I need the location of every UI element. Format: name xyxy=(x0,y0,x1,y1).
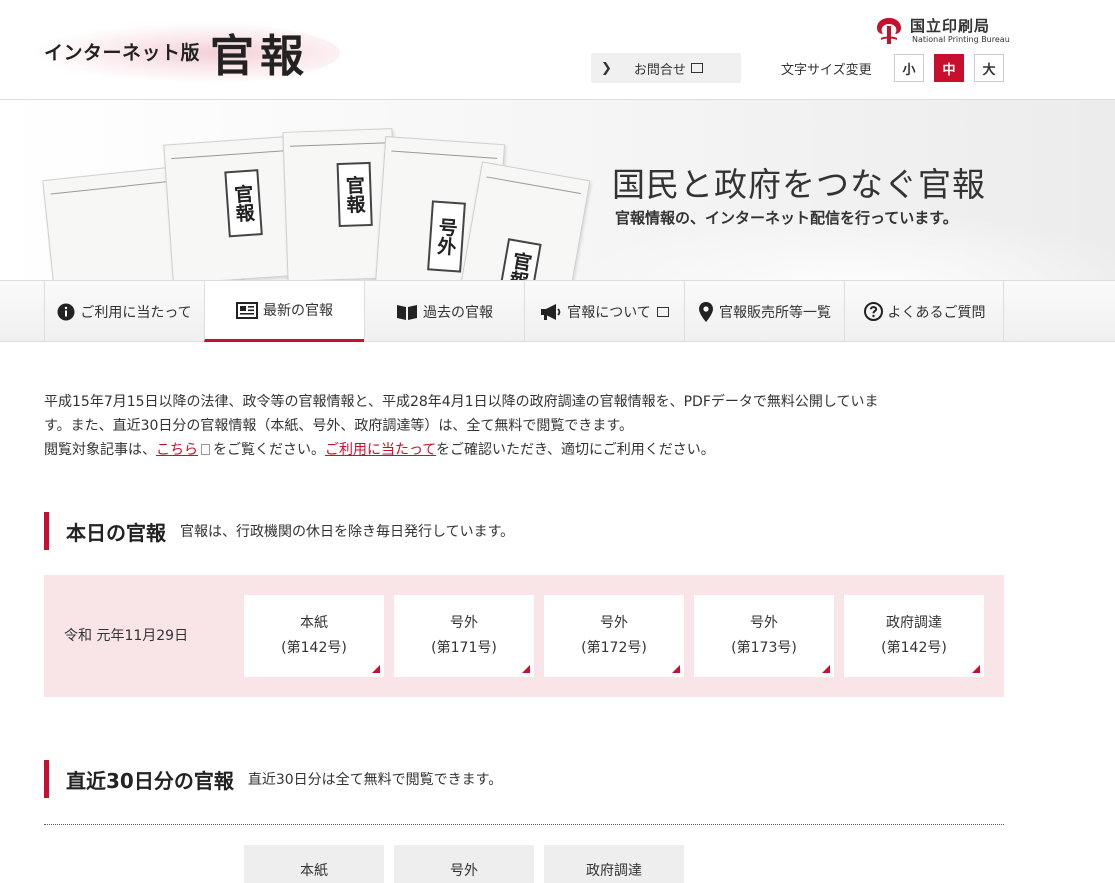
chevron-right-icon: ❯ xyxy=(601,60,612,76)
national-printing-bureau-logo[interactable]: 国立印刷局 National Printing Bureau xyxy=(872,14,1010,46)
corner-arrow-icon xyxy=(372,665,380,673)
card-number: (第171号) xyxy=(431,640,497,656)
recent-heading: 直近30日分の官報 xyxy=(66,768,234,793)
nav-item-past[interactable]: 過去の官報 xyxy=(364,281,524,342)
card-number: (第172号) xyxy=(581,640,647,656)
nav-label: 過去の官報 xyxy=(423,304,493,321)
external-window-icon xyxy=(656,306,669,317)
book-icon xyxy=(396,303,418,321)
question-icon xyxy=(863,302,883,321)
intro-text-segment: をご確認いただき、適切にご利用ください。 xyxy=(436,442,715,458)
nav-divider xyxy=(1003,281,1004,342)
today-section-heading: 本日の官報 官報は、行政機関の休日を除き毎日発行しています。 xyxy=(44,512,514,550)
bureau-name-en: National Printing Bureau xyxy=(912,35,1010,44)
font-size-medium-button[interactable]: 中 xyxy=(934,54,964,82)
hero-banner: 官報 官報 官報 号外 官報 国民と政府をつなぐ官報 官報情報の、インターネット… xyxy=(0,100,1115,280)
gazette-card-extra-171[interactable]: 号外 (第171号) xyxy=(394,595,534,677)
corner-arrow-icon xyxy=(522,665,530,673)
intro-text: 平成15年7月15日以降の法律、政令等の官報情報と、平成28年4月1日以降の政府… xyxy=(44,390,1014,462)
intro-line-3: 閲覧対象記事は、こちら をご覧ください。ご利用に当たってをご確認いただき、適切にご… xyxy=(44,438,1014,462)
document-icon xyxy=(201,444,210,455)
nav-label: 官報販売所等一覧 xyxy=(719,304,831,321)
recent-card-extra[interactable]: 号外 xyxy=(394,845,534,883)
site-header: インターネット版 官報 国立印刷局 National Printing Bure… xyxy=(0,0,1115,100)
nav-label: 最新の官報 xyxy=(263,303,333,319)
target-articles-link[interactable]: こちら xyxy=(156,442,198,458)
recent-description: 直近30日分は全て無料で閲覧できます。 xyxy=(247,772,503,788)
heading-accent-bar xyxy=(44,512,49,550)
font-size-label: 文字サイズ変更 xyxy=(781,63,872,78)
card-number: (第142号) xyxy=(281,640,347,656)
contact-label: お問合せ xyxy=(633,62,686,78)
today-heading: 本日の官報 xyxy=(66,520,166,545)
card-number: (第173号) xyxy=(731,640,797,656)
intro-text-segment: をご覧ください。 xyxy=(213,442,325,458)
nav-item-faq[interactable]: よくあるご質問 xyxy=(844,281,1004,342)
hero-subtitle: 官報情報の、インターネット配信を行っています。 xyxy=(615,209,958,227)
contact-button[interactable]: ❯ お問合せ xyxy=(591,53,741,83)
today-date: 令和 元年11月29日 xyxy=(64,628,189,644)
corner-arrow-icon xyxy=(822,665,830,673)
gazette-card-procurement[interactable]: 政府調達 (第142号) xyxy=(844,595,984,677)
card-type: 本紙 xyxy=(300,615,328,631)
card-type: 号外 xyxy=(450,863,478,879)
corner-arrow-icon xyxy=(672,665,680,673)
map-pin-icon xyxy=(698,301,714,322)
recent-card-main[interactable]: 本紙 xyxy=(244,845,384,883)
nav-item-latest[interactable]: 最新の官報 xyxy=(204,281,364,342)
card-type: 号外 xyxy=(600,615,628,631)
font-size-small-button[interactable]: 小 xyxy=(894,54,924,82)
nav-item-sellers[interactable]: 官報販売所等一覧 xyxy=(684,281,844,342)
card-type: 政府調達 xyxy=(886,615,942,631)
site-logo[interactable]: インターネット版 官報 xyxy=(30,8,350,90)
bureau-name-jp: 国立印刷局 xyxy=(910,17,991,35)
gazette-card-extra-173[interactable]: 号外 (第173号) xyxy=(694,595,834,677)
logo-title: 官報 xyxy=(210,31,310,82)
hero-title: 国民と政府をつなぐ官報 xyxy=(612,165,986,204)
usage-link[interactable]: ご利用に当たって xyxy=(325,442,436,458)
intro-line-1: 平成15年7月15日以降の法律、政令等の官報情報と、平成28年4月1日以降の政府… xyxy=(44,394,879,410)
today-gazette-panel: 令和 元年11月29日 本紙 (第142号) 号外 (第171号) 号外 (第1… xyxy=(44,575,1004,697)
recent-card-procurement[interactable]: 政府調達 xyxy=(544,845,684,883)
newspaper-icon xyxy=(236,301,258,319)
nav-label: ご利用に当たって xyxy=(80,304,192,321)
intro-line-2: す。また、直近30日分の官報情報（本紙、号外、政府調達等）は、全て無料で閲覧でき… xyxy=(44,418,634,434)
section-divider xyxy=(44,824,1004,825)
heading-accent-bar xyxy=(44,760,49,798)
gazette-card-extra-172[interactable]: 号外 (第172号) xyxy=(544,595,684,677)
nav-label: 官報について xyxy=(567,304,651,321)
logo-subtitle: インターネット版 xyxy=(44,42,201,64)
nav-item-usage[interactable]: ご利用に当たって xyxy=(44,281,204,342)
main-navigation: ご利用に当たって 最新の官報 過去の官報 官報について 官報販売所等一覧 よくあ… xyxy=(0,280,1115,342)
megaphone-icon xyxy=(540,303,562,321)
card-type: 号外 xyxy=(450,615,478,631)
card-type: 本紙 xyxy=(300,863,328,879)
bureau-emblem-icon xyxy=(877,18,901,44)
card-type: 政府調達 xyxy=(586,863,642,879)
font-size-large-button[interactable]: 大 xyxy=(974,54,1004,82)
card-number: (第142号) xyxy=(881,640,947,656)
today-description: 官報は、行政機関の休日を除き毎日発行しています。 xyxy=(180,524,515,540)
intro-text-segment: 閲覧対象記事は、 xyxy=(44,442,156,458)
external-window-icon xyxy=(690,63,703,73)
corner-arrow-icon xyxy=(972,665,980,673)
card-type: 号外 xyxy=(750,615,778,631)
nav-label: よくあるご質問 xyxy=(887,304,986,321)
recent-section-heading: 直近30日分の官報 直近30日分は全て無料で閲覧できます。 xyxy=(44,760,502,798)
gazette-card-main[interactable]: 本紙 (第142号) xyxy=(244,595,384,677)
info-icon xyxy=(57,303,75,321)
nav-item-about[interactable]: 官報について xyxy=(524,281,684,342)
